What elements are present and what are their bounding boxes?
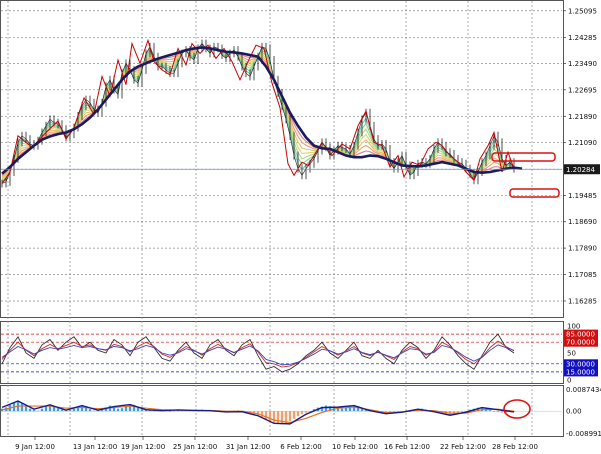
price-axis-label: 1.21090 <box>568 139 597 147</box>
macd-histogram-bar <box>40 408 44 412</box>
date-axis-label: 19 Jan 12:00 <box>121 443 165 451</box>
macd-histogram-bar <box>304 411 308 413</box>
oscillator-panel-frame <box>0 321 564 384</box>
macd-histogram-bar <box>28 408 32 412</box>
macd-histogram-bar <box>280 411 284 425</box>
macd-histogram-bar <box>292 411 296 419</box>
macd-histogram-bar <box>120 408 124 412</box>
macd-histogram-bar <box>72 408 76 412</box>
macd-histogram-bar <box>488 410 492 412</box>
price-panel-frame <box>0 0 564 318</box>
macd-histogram-bar <box>272 411 276 424</box>
macd-histogram-bar <box>300 411 304 415</box>
macd-histogram-bar <box>92 410 96 412</box>
macd-histogram-bar <box>460 411 464 413</box>
oscillator-level-label: 15.0000 <box>566 368 595 376</box>
oscillator-axis-label: 0 <box>567 377 571 385</box>
macd-histogram-bar <box>276 411 280 424</box>
macd-histogram-bar <box>324 405 328 412</box>
macd-histogram-bar <box>32 409 36 412</box>
macd-histogram-bar <box>60 409 64 412</box>
oscillator-axis-label: 100 <box>567 323 580 331</box>
date-axis-label: 25 Jan 12:00 <box>173 443 217 451</box>
macd-histogram-bar <box>496 411 500 413</box>
macd-histogram-bar <box>288 411 292 422</box>
date-axis-label: 6 Feb 12:00 <box>280 443 321 451</box>
oscillator-axis-label: 50 <box>567 350 576 358</box>
macd-histogram-bar <box>68 410 72 412</box>
macd-histogram-bar <box>268 411 272 422</box>
macd-histogram-bar <box>20 403 24 412</box>
date-axis-label: 22 Feb 12:00 <box>440 443 486 451</box>
price-axis-label: 1.16285 <box>568 297 597 305</box>
macd-axis-label: -0.0089917 <box>566 430 601 438</box>
macd-histogram-bar <box>56 408 60 412</box>
price-axis-label: 1.25095 <box>568 7 597 15</box>
macd-histogram-bar <box>492 411 496 412</box>
macd-histogram-bar <box>116 408 120 412</box>
macd-histogram-bar <box>296 411 300 417</box>
current-price-label: 1.20284 <box>566 166 595 174</box>
macd-histogram-bar <box>500 411 504 413</box>
date-axis-label: 10 Feb 12:00 <box>332 443 378 451</box>
macd-histogram-bar <box>168 411 172 412</box>
price-axis-label: 1.23490 <box>568 60 597 68</box>
oscillator-level-label: 85.0000 <box>566 331 595 339</box>
oscillator-level-label: 30.0000 <box>566 360 595 368</box>
macd-histogram-bar <box>36 410 40 412</box>
macd-histogram-bar <box>340 408 344 412</box>
macd-histogram-bar <box>24 406 28 412</box>
date-axis-label: 13 Jan 12:00 <box>73 443 117 451</box>
macd-histogram-bar <box>88 409 92 412</box>
date-axis-label: 28 Feb 12:00 <box>492 443 538 451</box>
price-axis-label: 1.22695 <box>568 86 597 94</box>
date-axis-label: 16 Feb 12:00 <box>384 443 430 451</box>
macd-axis-label: 0.0087434 <box>566 386 601 394</box>
price-axis-label: 1.21890 <box>568 113 597 121</box>
oscillator-level-label: 70.0000 <box>566 339 595 347</box>
price-axis-label: 1.19485 <box>568 192 597 200</box>
price-axis-label: 1.24285 <box>568 34 597 42</box>
price-axis-label: 1.18690 <box>568 218 597 226</box>
date-axis-label: 9 Jan 12:00 <box>15 443 55 451</box>
date-axis-label: 31 Jan 12:00 <box>226 443 270 451</box>
price-axis-label: 1.17890 <box>568 245 597 253</box>
macd-histogram-bar <box>44 406 48 412</box>
price-axis-label: 1.17085 <box>568 271 597 279</box>
trading-chart: 1.25095 1.24285 1.23490 1.22695 1.21890 1.210… <box>0 0 601 451</box>
macd-axis-label: 0.00 <box>566 408 582 416</box>
